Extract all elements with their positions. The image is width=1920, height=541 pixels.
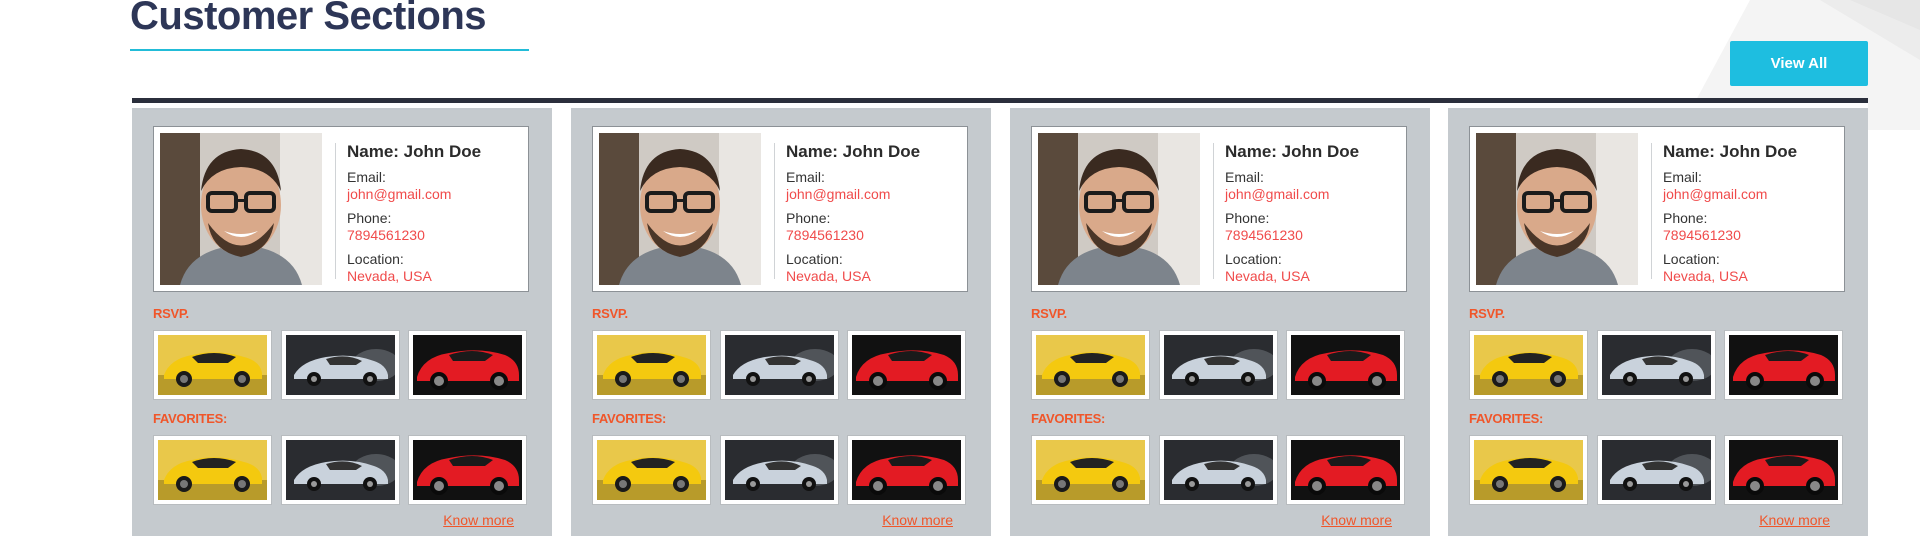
red-sports-car-image[interactable] xyxy=(1286,330,1405,400)
red-sports-car-image[interactable] xyxy=(408,330,527,400)
email-label: Email: xyxy=(347,169,386,185)
silver-sports-car-image[interactable] xyxy=(281,330,400,400)
location-label: Location: xyxy=(347,251,404,267)
rsvp-label: RSVP. xyxy=(1469,306,1505,321)
yellow-sports-car-image[interactable] xyxy=(153,435,272,505)
favorites-thumbnails xyxy=(592,435,972,507)
view-all-button[interactable]: View All xyxy=(1730,41,1868,86)
customer-photo xyxy=(1038,133,1200,285)
silver-sports-car-image[interactable] xyxy=(1597,435,1716,505)
know-more-link[interactable]: Know more xyxy=(1321,512,1392,528)
profile-panel: Name: John Doe Email: john@gmail.com Pho… xyxy=(592,126,968,292)
know-more-link[interactable]: Know more xyxy=(1759,512,1830,528)
rsvp-thumbnails xyxy=(1031,330,1411,402)
profile-info: Name: John Doe Email: john@gmail.com Pho… xyxy=(1663,141,1843,285)
rsvp-label: RSVP. xyxy=(153,306,189,321)
email-label: Email: xyxy=(1225,169,1264,185)
profile-info: Name: John Doe Email: john@gmail.com Pho… xyxy=(786,141,966,285)
customer-name: Name: John Doe xyxy=(347,142,482,161)
favorites-label: FAVORITES: xyxy=(153,411,228,426)
red-sports-car-image[interactable] xyxy=(408,435,527,505)
location-label: Location: xyxy=(1225,251,1282,267)
favorites-thumbnails xyxy=(153,435,533,507)
silver-sports-car-image[interactable] xyxy=(1159,330,1278,400)
yellow-sports-car-image[interactable] xyxy=(592,330,711,400)
red-sports-car-image[interactable] xyxy=(847,330,966,400)
location-value: Nevada, USA xyxy=(347,268,432,284)
silver-sports-car-image[interactable] xyxy=(1159,435,1278,505)
profile-info: Name: John Doe Email: john@gmail.com Pho… xyxy=(1225,141,1405,285)
email-link[interactable]: john@gmail.com xyxy=(1663,185,1843,203)
red-sports-car-image[interactable] xyxy=(1724,435,1843,505)
phone-label: Phone: xyxy=(347,210,392,226)
phone-value[interactable]: 7894561230 xyxy=(1663,226,1843,244)
customer-card: Name: John Doe Email: john@gmail.com Pho… xyxy=(132,108,552,536)
rsvp-thumbnails xyxy=(1469,330,1849,402)
profile-divider xyxy=(335,143,336,279)
email-label: Email: xyxy=(1663,169,1702,185)
favorites-label: FAVORITES: xyxy=(592,411,667,426)
rsvp-thumbnails xyxy=(153,330,533,402)
red-sports-car-image[interactable] xyxy=(847,435,966,505)
favorites-thumbnails xyxy=(1469,435,1849,507)
profile-divider xyxy=(1651,143,1652,279)
yellow-sports-car-image[interactable] xyxy=(592,435,711,505)
profile-panel: Name: John Doe Email: john@gmail.com Pho… xyxy=(1469,126,1845,292)
customer-card: Name: John Doe Email: john@gmail.com Pho… xyxy=(1010,108,1430,536)
customer-name: Name: John Doe xyxy=(1663,142,1798,161)
profile-panel: Name: John Doe Email: john@gmail.com Pho… xyxy=(1031,126,1407,292)
rsvp-thumbnails xyxy=(592,330,972,402)
location-value: Nevada, USA xyxy=(1225,268,1310,284)
phone-label: Phone: xyxy=(1663,210,1708,226)
silver-sports-car-image[interactable] xyxy=(720,435,839,505)
yellow-sports-car-image[interactable] xyxy=(1469,330,1588,400)
customer-card: Name: John Doe Email: john@gmail.com Pho… xyxy=(571,108,991,536)
favorites-thumbnails xyxy=(1031,435,1411,507)
customer-photo xyxy=(599,133,761,285)
phone-value[interactable]: 7894561230 xyxy=(1225,226,1405,244)
know-more-link[interactable]: Know more xyxy=(882,512,953,528)
page-title: Customer Sections xyxy=(130,0,487,38)
know-more-link[interactable]: Know more xyxy=(443,512,514,528)
yellow-sports-car-image[interactable] xyxy=(1031,435,1150,505)
profile-divider xyxy=(1213,143,1214,279)
location-value: Nevada, USA xyxy=(1663,268,1748,284)
email-link[interactable]: john@gmail.com xyxy=(347,185,527,203)
silver-sports-car-image[interactable] xyxy=(281,435,400,505)
red-sports-car-image[interactable] xyxy=(1724,330,1843,400)
location-label: Location: xyxy=(1663,251,1720,267)
silver-sports-car-image[interactable] xyxy=(720,330,839,400)
yellow-sports-car-image[interactable] xyxy=(1469,435,1588,505)
profile-info: Name: John Doe Email: john@gmail.com Pho… xyxy=(347,141,527,285)
phone-label: Phone: xyxy=(1225,210,1270,226)
customer-photo xyxy=(1476,133,1638,285)
customer-card: Name: John Doe Email: john@gmail.com Pho… xyxy=(1448,108,1868,536)
favorites-label: FAVORITES: xyxy=(1469,411,1544,426)
email-link[interactable]: john@gmail.com xyxy=(786,185,966,203)
email-label: Email: xyxy=(786,169,825,185)
customer-name: Name: John Doe xyxy=(786,142,921,161)
phone-value[interactable]: 7894561230 xyxy=(786,226,966,244)
rsvp-label: RSVP. xyxy=(1031,306,1067,321)
yellow-sports-car-image[interactable] xyxy=(1031,330,1150,400)
yellow-sports-car-image[interactable] xyxy=(153,330,272,400)
profile-panel: Name: John Doe Email: john@gmail.com Pho… xyxy=(153,126,529,292)
title-underline xyxy=(130,49,529,51)
location-value: Nevada, USA xyxy=(786,268,871,284)
customer-name: Name: John Doe xyxy=(1225,142,1360,161)
red-sports-car-image[interactable] xyxy=(1286,435,1405,505)
phone-value[interactable]: 7894561230 xyxy=(347,226,527,244)
rsvp-label: RSVP. xyxy=(592,306,628,321)
silver-sports-car-image[interactable] xyxy=(1597,330,1716,400)
location-label: Location: xyxy=(786,251,843,267)
email-link[interactable]: john@gmail.com xyxy=(1225,185,1405,203)
phone-label: Phone: xyxy=(786,210,831,226)
customer-photo xyxy=(160,133,322,285)
customer-cards-container: Name: John Doe Email: john@gmail.com Pho… xyxy=(132,98,1868,536)
favorites-label: FAVORITES: xyxy=(1031,411,1106,426)
profile-divider xyxy=(774,143,775,279)
